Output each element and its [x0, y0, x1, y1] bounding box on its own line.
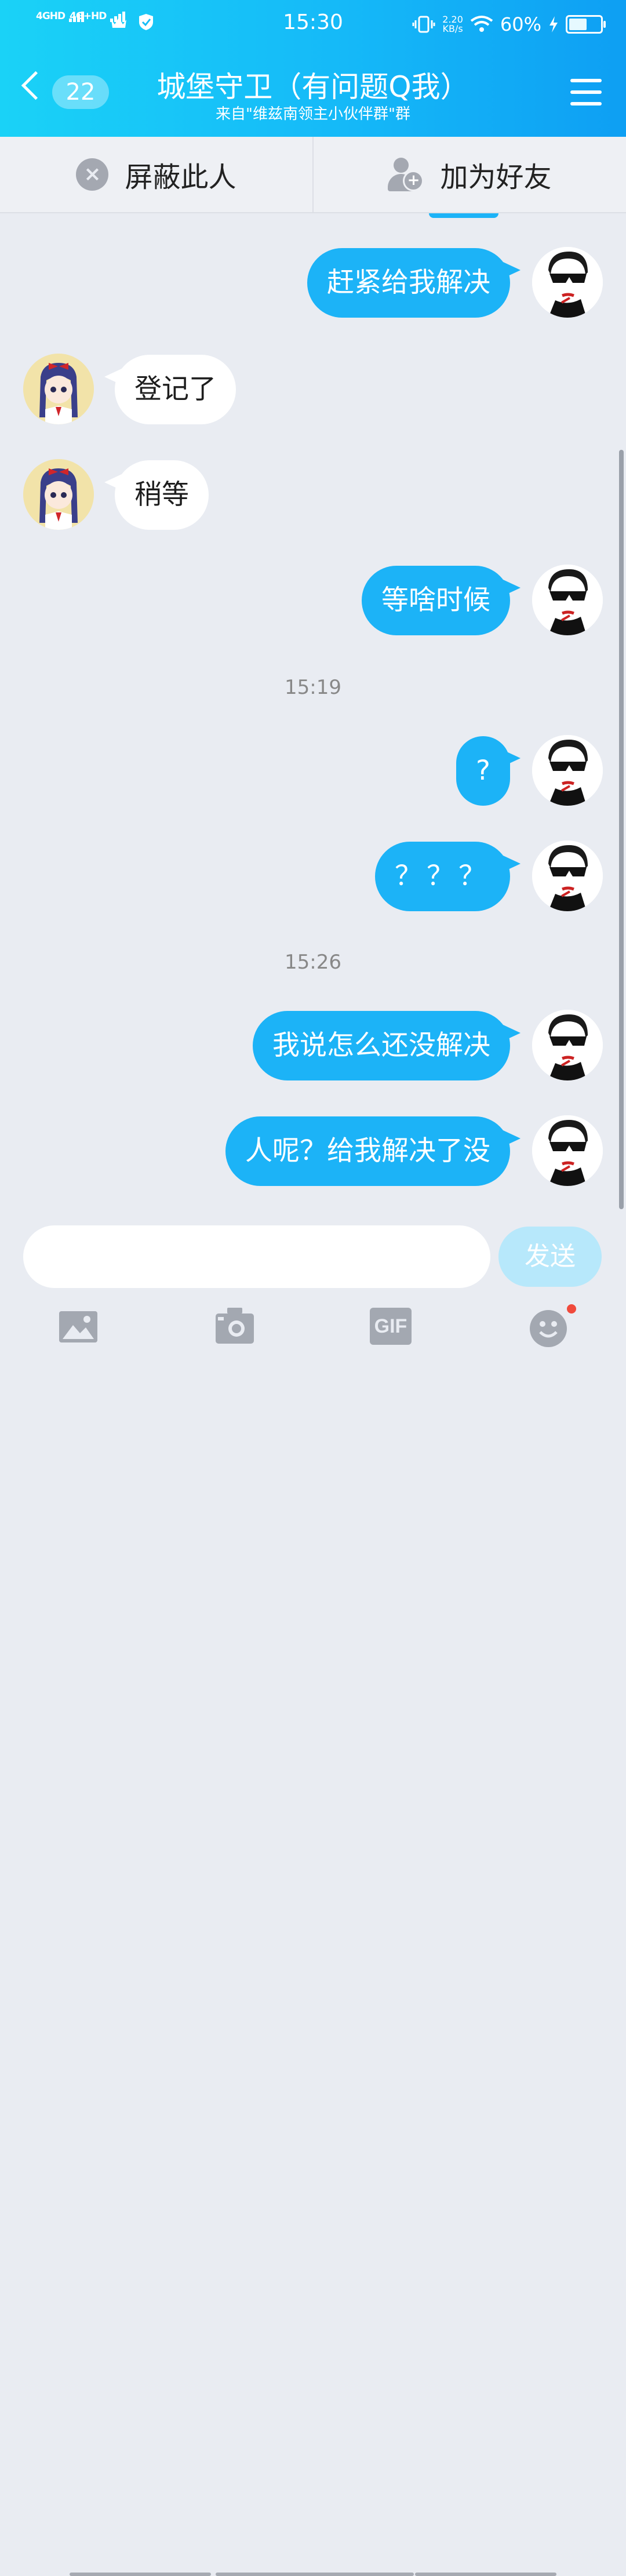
my-avatar[interactable] [532, 1115, 603, 1186]
block-user-label: 屏蔽此人 [125, 161, 236, 194]
my-avatar[interactable] [532, 565, 603, 635]
nav-indicator [70, 2573, 211, 2576]
battery-percent: 60% [500, 13, 541, 35]
nav-indicator [216, 2573, 414, 2576]
action-bar: × 屏蔽此人 + 加为好友 [0, 137, 626, 213]
message-bubble[interactable]: 登记了 [104, 355, 236, 424]
message-outgoing: ？？？ [0, 841, 626, 912]
block-user-button[interactable]: × 屏蔽此人 [0, 137, 312, 212]
timestamp: 15:19 [285, 676, 341, 699]
message-bubble[interactable]: ？？？ [375, 842, 521, 911]
message-bubble[interactable]: 等啥时候 [362, 566, 521, 635]
scrollbar[interactable] [619, 450, 624, 1209]
message-outgoing: 人呢？给我解决了没 [0, 1115, 626, 1187]
vibrate-icon [412, 16, 435, 33]
input-bar: 发送 GIF [0, 1223, 626, 2576]
battery-icon [566, 15, 606, 34]
net-speed: 2.20 KB/s [442, 14, 463, 34]
chat-subtitle: 来自"维兹南领主小伙伴群"群 [216, 105, 410, 123]
top-bar: 4GHD 4G+HD 15:30 2.20 KB/s 60% 22 城堡守卫（有… [0, 0, 626, 137]
my-avatar[interactable] [532, 735, 603, 806]
emoji-icon[interactable] [527, 1304, 576, 1348]
charging-icon [549, 16, 558, 32]
my-avatar[interactable] [532, 247, 603, 318]
wifi-icon [470, 16, 493, 32]
message-outgoing: 我说怎么还没解决 [0, 1010, 626, 1082]
add-friend-button[interactable]: + 加为好友 [312, 137, 626, 212]
image-icon[interactable] [58, 1308, 99, 1345]
camera-icon[interactable] [214, 1308, 255, 1345]
message-outgoing: 等啥时候 [0, 565, 626, 636]
contact-avatar[interactable] [23, 354, 94, 424]
message-bubble[interactable]: 人呢？给我解决了没 [225, 1116, 521, 1186]
message-incoming: 登记了 [0, 354, 626, 425]
gif-icon[interactable]: GIF [370, 1308, 412, 1345]
block-icon: × [76, 158, 109, 191]
partial-message-bubble [429, 213, 498, 218]
chat-area[interactable]: 赶紧给我解决 登记了 稍等 等啥时候 15:19 ? ？？？ 15:26 我说怎… [0, 213, 626, 1223]
status-bar: 4GHD 4G+HD 15:30 2.20 KB/s 60% [0, 0, 626, 49]
nav-indicator [415, 2573, 556, 2576]
my-avatar[interactable] [532, 1010, 603, 1080]
my-avatar[interactable] [532, 841, 603, 911]
message-input[interactable] [23, 1225, 490, 1288]
message-bubble[interactable]: 赶紧给我解决 [307, 248, 521, 318]
timestamp: 15:26 [285, 951, 341, 974]
add-friend-label: 加为好友 [440, 161, 552, 194]
send-button[interactable]: 发送 [498, 1227, 602, 1287]
menu-icon[interactable] [570, 79, 602, 105]
add-friend-icon: + [388, 158, 424, 191]
message-bubble[interactable]: 我说怎么还没解决 [253, 1011, 521, 1080]
contact-avatar[interactable] [23, 459, 94, 530]
message-incoming: 稍等 [0, 459, 626, 531]
message-bubble[interactable]: 稍等 [104, 460, 209, 530]
message-bubble[interactable]: ? [456, 736, 521, 806]
chat-title: 城堡守卫（有问题Q我） [156, 70, 470, 104]
message-outgoing: ? [0, 735, 626, 807]
status-right: 2.20 KB/s 60% [412, 12, 606, 37]
message-outgoing: 赶紧给我解决 [0, 247, 626, 319]
